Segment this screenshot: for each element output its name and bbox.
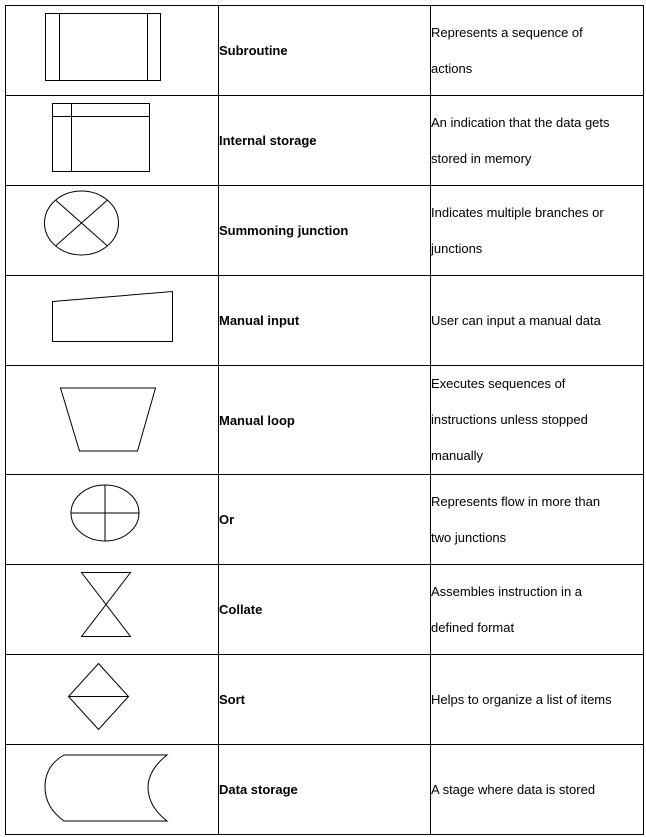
- flowchart-symbols-table: Subroutine Represents a sequence of acti…: [5, 5, 644, 835]
- table-row: Data storage A stage where data is store…: [5, 744, 644, 835]
- table-row: Sort Helps to organize a list of items: [5, 654, 644, 745]
- table-row: Subroutine Represents a sequence of acti…: [5, 5, 644, 96]
- description-line: stored in memory: [431, 150, 532, 166]
- symbol-description: A stage where data is stored: [430, 744, 644, 835]
- description-line: manually: [431, 448, 484, 463]
- symbol-cell: [5, 95, 219, 186]
- subroutine-icon: [45, 13, 161, 81]
- symbol-description: Represents flow in more than two junctio…: [430, 474, 644, 565]
- symbol-cell: [5, 744, 219, 835]
- symbol-name: Collate: [218, 564, 431, 655]
- symbol-description: Helps to organize a list of items: [430, 654, 644, 745]
- symbol-cell: [5, 5, 219, 96]
- summoning-junction-icon: [44, 190, 119, 256]
- symbol-name: Subroutine: [218, 5, 431, 96]
- description-line: An indication that the data gets: [431, 114, 610, 130]
- table-row: Or Represents flow in more than two junc…: [5, 474, 644, 565]
- symbol-description: An indication that the data gets stored …: [430, 95, 644, 186]
- symbol-cell: [5, 474, 219, 565]
- table-row: Manual loop Executes sequences of instru…: [5, 365, 644, 475]
- description-line: junctions: [431, 240, 483, 256]
- symbol-cell: [5, 654, 219, 745]
- table-row: Internal storage An indication that the …: [5, 95, 644, 186]
- symbol-cell: [5, 365, 219, 475]
- manual-loop-icon: [59, 387, 157, 452]
- description-line: A stage where data is stored: [431, 781, 596, 797]
- internal-storage-icon: [52, 103, 150, 172]
- symbol-name: Sort: [218, 654, 431, 745]
- description-line: Helps to organize a list of items: [431, 691, 612, 707]
- symbol-name: Manual input: [218, 275, 431, 366]
- collate-icon: [80, 572, 132, 637]
- table-row: Manual input User can input a manual dat…: [5, 275, 644, 366]
- table-row: Collate Assembles instruction in a defin…: [5, 564, 644, 655]
- description-line: User can input a manual data: [431, 312, 601, 328]
- description-line: Represents flow in more than: [431, 493, 601, 509]
- description-line: Indicates multiple branches or: [431, 204, 604, 220]
- description-line: Represents a sequence of: [431, 24, 583, 40]
- description-line: two junctions: [431, 529, 507, 545]
- symbol-cell: [5, 275, 219, 366]
- description-line: defined format: [431, 619, 515, 635]
- manual-input-icon: [52, 290, 173, 342]
- symbol-name: Summoning junction: [218, 185, 431, 276]
- symbol-cell: [5, 564, 219, 655]
- description-line: actions: [431, 60, 473, 76]
- symbol-cell: [5, 185, 219, 276]
- symbol-description: Represents a sequence of actions: [430, 5, 644, 96]
- table-row: Summoning junction Indicates multiple br…: [5, 185, 644, 276]
- symbol-description: Executes sequences of instructions unles…: [430, 365, 644, 475]
- description-line: instructions unless stopped: [431, 412, 588, 427]
- sort-icon: [67, 662, 130, 731]
- data-storage-icon: [44, 754, 169, 822]
- symbol-description: User can input a manual data: [430, 275, 644, 366]
- description-line: Executes sequences of: [431, 376, 566, 391]
- description-line: Assembles instruction in a: [431, 583, 583, 599]
- symbol-name: Data storage: [218, 744, 431, 835]
- symbol-description: Indicates multiple branches or junctions: [430, 185, 644, 276]
- or-icon: [70, 484, 140, 542]
- symbol-name: Manual loop: [218, 365, 431, 475]
- symbol-description: Assembles instruction in a defined forma…: [430, 564, 644, 655]
- symbol-name: Or: [218, 474, 431, 565]
- symbol-name: Internal storage: [218, 95, 431, 186]
